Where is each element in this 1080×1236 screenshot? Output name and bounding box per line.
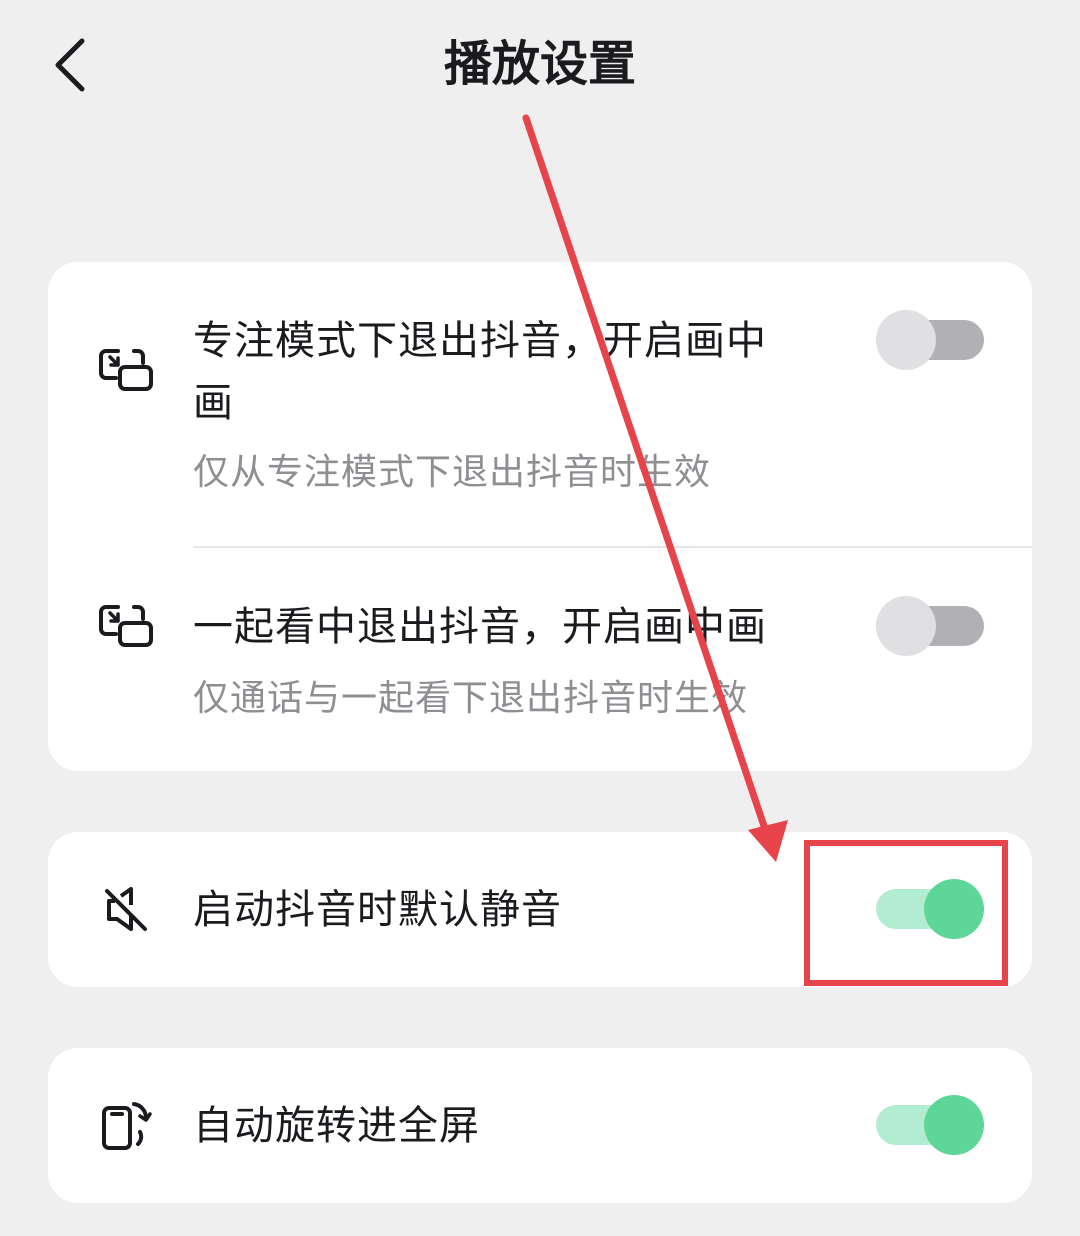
setting-subtitle: 仅从专注模式下退出抖音时生效: [193, 452, 712, 493]
setting-title: 一起看中退出抖音，开启画中画: [193, 604, 767, 650]
toggle-knob: [876, 596, 936, 656]
toggle-knob: [924, 1095, 984, 1155]
header-bar: 播放设置: [0, 0, 1080, 130]
auto-rotate-toggle[interactable]: [876, 1095, 984, 1155]
divider: [193, 546, 1032, 548]
toggle-knob: [876, 310, 936, 370]
page-title: 播放设置: [443, 36, 636, 92]
auto-rotate-icon: [98, 1098, 154, 1154]
setting-title: 专注模式下退出抖音，开启画中: [193, 318, 767, 364]
focus-mode-pip-toggle[interactable]: [876, 310, 984, 370]
pip-settings-card: 专注模式下退出抖音，开启画中 画 仅从专注模式下退出抖音时生效 一起看中退出抖音…: [48, 262, 1032, 771]
setting-subtitle: 仅通话与一起看下退出抖音时生效: [193, 678, 749, 719]
setting-title: 启动抖音时默认静音: [193, 887, 562, 933]
picture-in-picture-icon: [98, 342, 154, 398]
watch-together-pip-toggle[interactable]: [876, 596, 984, 656]
annotation-highlight-box: [804, 840, 1008, 986]
speaker-muted-icon: [98, 882, 154, 938]
setting-title: 自动旋转进全屏: [193, 1103, 480, 1149]
picture-in-picture-icon: [98, 598, 154, 654]
auto-rotate-card: 自动旋转进全屏: [48, 1048, 1032, 1203]
setting-title-continued: 画: [193, 380, 234, 426]
